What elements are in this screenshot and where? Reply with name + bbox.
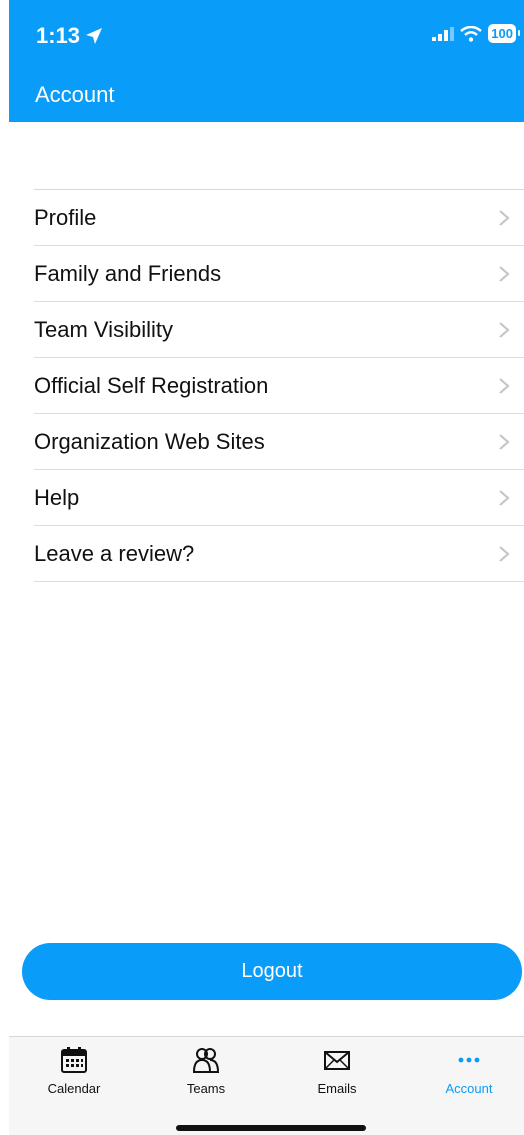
- status-time: 1:13: [36, 23, 104, 49]
- menu-item-official-self-registration[interactable]: Official Self Registration: [34, 358, 524, 414]
- chevron-right-icon: [499, 321, 510, 338]
- chevron-right-icon: [499, 433, 510, 450]
- menu-item-label: Team Visibility: [34, 316, 173, 342]
- account-menu: Profile Family and Friends Team Visibili…: [34, 189, 524, 582]
- tab-label: Teams: [186, 1081, 226, 1096]
- chevron-right-icon: [499, 209, 510, 226]
- tab-account[interactable]: Account: [414, 1045, 524, 1096]
- menu-item-label: Profile: [34, 204, 97, 230]
- menu-item-help[interactable]: Help: [34, 470, 524, 526]
- menu-item-label: Help: [34, 484, 80, 510]
- menu-item-profile[interactable]: Profile: [34, 190, 524, 246]
- chevron-right-icon: [499, 377, 510, 394]
- menu-item-label: Organization Web Sites: [34, 428, 265, 454]
- logout-button-label: Logout: [241, 960, 303, 982]
- tab-bar: Calendar Teams Emails Account: [9, 1036, 524, 1135]
- more-dots-icon: [458, 1057, 480, 1063]
- menu-item-team-visibility[interactable]: Team Visibility: [34, 302, 524, 358]
- status-indicators: 100: [432, 24, 520, 43]
- calendar-icon: [61, 1047, 87, 1073]
- page-title: Account: [35, 82, 115, 107]
- teams-icon: [192, 1048, 220, 1073]
- chevron-right-icon: [499, 265, 510, 282]
- tab-label: Calendar: [47, 1081, 101, 1096]
- account-screen: 1:13 100 Account Profile Family and Frie…: [0, 0, 524, 1135]
- signal-icon: [432, 26, 455, 41]
- header-bar: 1:13 100 Account: [9, 0, 524, 122]
- tab-emails[interactable]: Emails: [282, 1045, 392, 1096]
- envelope-icon: [324, 1051, 350, 1070]
- tab-label: Emails: [317, 1081, 357, 1096]
- menu-item-organization-web-sites[interactable]: Organization Web Sites: [34, 414, 524, 470]
- tab-teams[interactable]: Teams: [151, 1045, 261, 1096]
- logout-button[interactable]: Logout: [22, 943, 522, 1000]
- status-time-text: 1:13: [36, 23, 81, 48]
- tab-calendar[interactable]: Calendar: [19, 1045, 129, 1096]
- home-indicator: [176, 1125, 366, 1131]
- tab-label: Account: [445, 1081, 493, 1096]
- menu-item-label: Family and Friends: [34, 260, 222, 286]
- location-arrow-icon: [86, 28, 103, 44]
- wifi-icon: [460, 25, 483, 42]
- chevron-right-icon: [499, 545, 510, 562]
- status-bar: 1:13 100: [9, 0, 524, 70]
- chevron-right-icon: [499, 489, 510, 506]
- menu-item-leave-a-review[interactable]: Leave a review?: [34, 526, 524, 582]
- menu-item-family-and-friends[interactable]: Family and Friends: [34, 246, 524, 302]
- battery-indicator: 100: [488, 24, 520, 43]
- menu-item-label: Leave a review?: [34, 540, 195, 566]
- menu-item-label: Official Self Registration: [34, 372, 269, 398]
